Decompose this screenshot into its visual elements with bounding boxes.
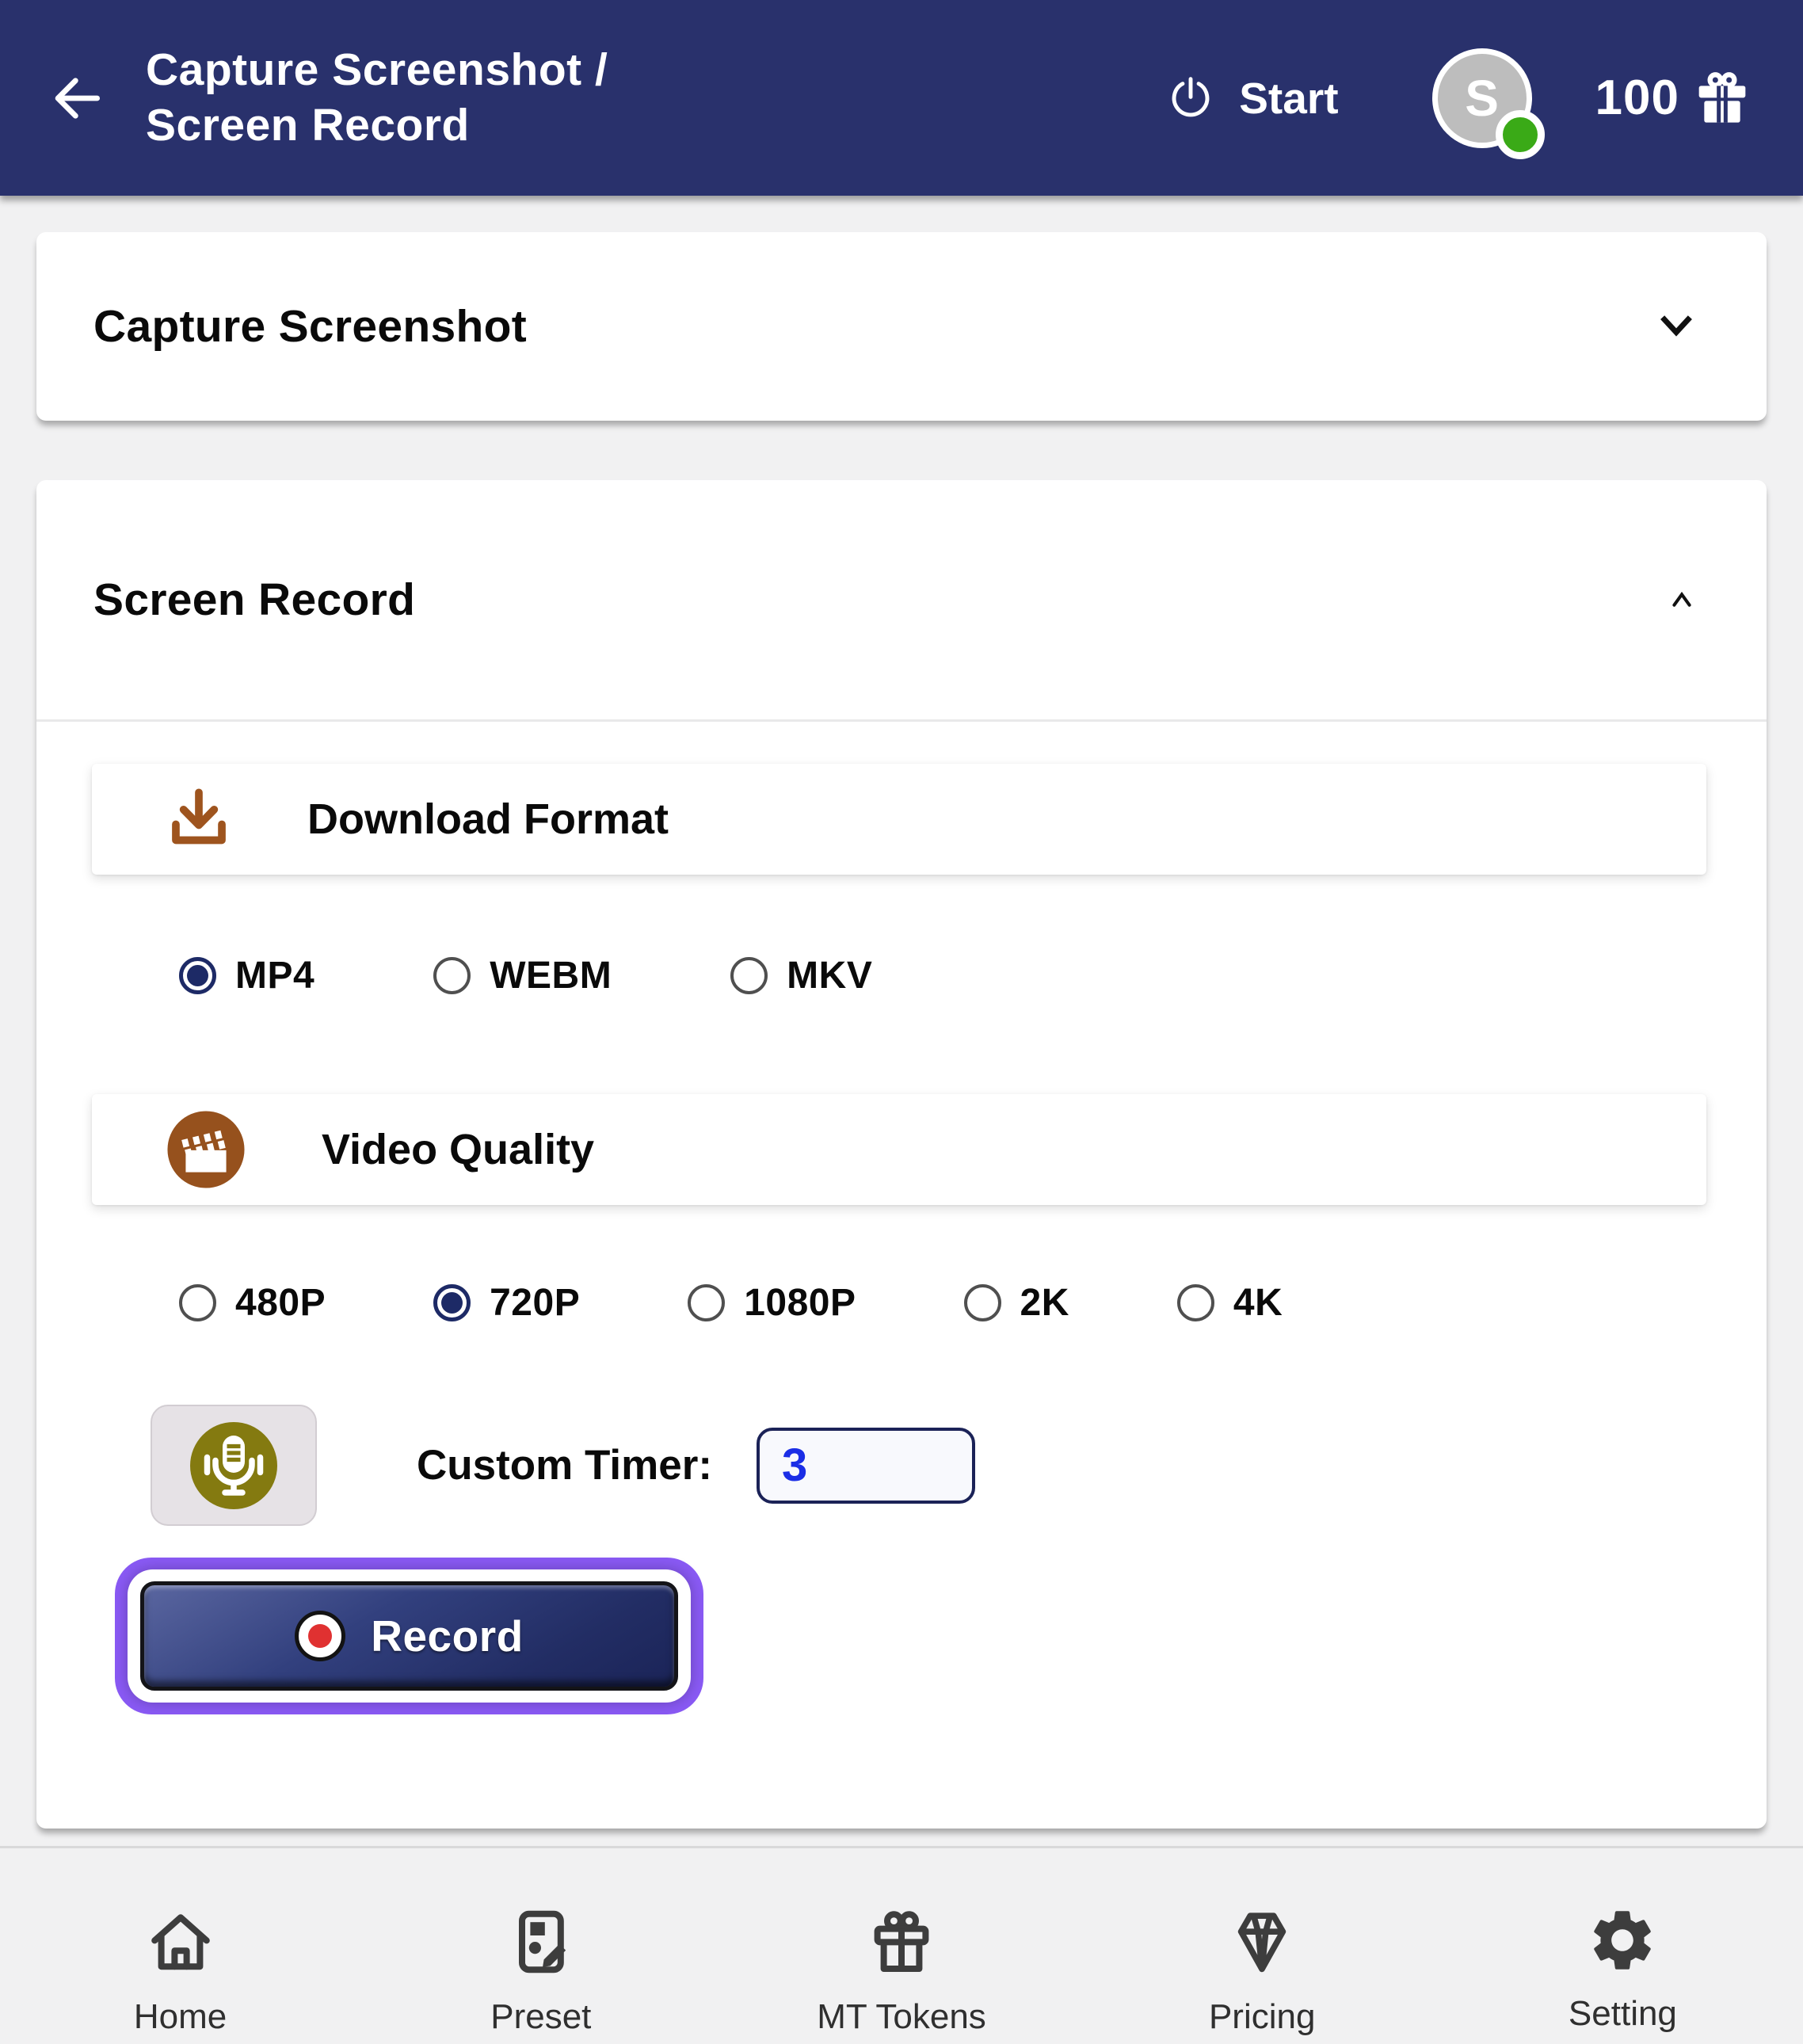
nav-label: MT Tokens	[817, 1997, 986, 2037]
radio-label: 720P	[490, 1281, 580, 1325]
record-button[interactable]: Record	[140, 1581, 678, 1691]
radio-label: 4K	[1233, 1281, 1283, 1325]
nav-label: Preset	[490, 1997, 591, 2037]
avatar[interactable]: S	[1432, 48, 1532, 148]
radio-label: MP4	[235, 954, 314, 997]
download-format-title: Download Format	[307, 795, 669, 844]
radio-circle	[688, 1284, 725, 1321]
radio-label: 2K	[1020, 1281, 1069, 1325]
radio-label: 480P	[235, 1281, 326, 1325]
screen-record-header[interactable]: Screen Record	[36, 480, 1767, 722]
radio-label: MKV	[787, 954, 872, 997]
token-count: 100	[1595, 70, 1679, 126]
radio-option-4k[interactable]: 4K	[1177, 1281, 1283, 1325]
preset-icon	[503, 1904, 579, 1980]
video-quality-icon	[165, 1108, 247, 1191]
video-quality-title: Video Quality	[322, 1125, 594, 1174]
record-button-highlight: Record	[115, 1558, 703, 1714]
download-icon	[165, 785, 233, 853]
custom-timer-label: Custom Timer:	[417, 1441, 712, 1489]
nav-label: Setting	[1569, 1994, 1677, 2034]
screen-recorder-app: Capture Screenshot / Screen Record Start…	[0, 0, 1803, 2044]
gift-icon	[1691, 67, 1754, 130]
nav-label: Home	[134, 1997, 227, 2037]
capture-section-title: Capture Screenshot	[93, 300, 527, 353]
video-quality-bar: Video Quality	[92, 1094, 1706, 1205]
radio-circle	[179, 1284, 216, 1321]
radio-circle	[1177, 1284, 1214, 1321]
mic-toggle-button[interactable]	[151, 1405, 317, 1526]
nav-item-pricing[interactable]: Pricing	[1082, 1904, 1443, 2044]
video-quality-options: 480P 720P 1080P 2K 4K	[179, 1281, 1767, 1325]
nav-label: Pricing	[1209, 1997, 1316, 2037]
chevron-up-icon[interactable]	[1664, 582, 1700, 618]
gift-icon	[863, 1904, 940, 1980]
record-button-label: Record	[371, 1611, 524, 1661]
home-icon	[143, 1904, 219, 1980]
radio-label: 1080P	[744, 1281, 856, 1325]
gear-icon	[1586, 1904, 1659, 1977]
mic-timer-row: Custom Timer:	[151, 1405, 1767, 1526]
nav-item-home[interactable]: Home	[0, 1904, 360, 2044]
radio-circle	[179, 957, 216, 994]
nav-item-preset[interactable]: Preset	[360, 1904, 721, 2044]
radio-circle	[433, 1284, 471, 1321]
radio-option-mp4[interactable]: MP4	[179, 954, 314, 997]
radio-label: WEBM	[490, 954, 612, 997]
radio-circle	[730, 957, 768, 994]
nav-item-setting[interactable]: Setting	[1443, 1904, 1803, 2044]
radio-option-mkv[interactable]: MKV	[730, 954, 872, 997]
custom-timer-input[interactable]	[757, 1428, 975, 1504]
radio-option-webm[interactable]: WEBM	[433, 954, 612, 997]
app-header: Capture Screenshot / Screen Record Start…	[0, 0, 1803, 196]
radio-circle	[433, 957, 471, 994]
download-format-bar: Download Format	[92, 764, 1706, 875]
microphone-icon	[186, 1418, 281, 1513]
power-icon	[1166, 74, 1215, 123]
record-section-title: Screen Record	[93, 574, 415, 626]
radio-circle	[964, 1284, 1001, 1321]
radio-option-2k[interactable]: 2K	[964, 1281, 1069, 1325]
nav-item-mt-tokens[interactable]: MT Tokens	[721, 1904, 1081, 2044]
start-button[interactable]: Start	[1166, 73, 1338, 124]
back-arrow-icon	[44, 66, 109, 131]
radio-option-480p[interactable]: 480P	[179, 1281, 326, 1325]
online-status-dot	[1496, 110, 1545, 159]
diamond-icon	[1224, 1904, 1300, 1980]
section-capture-screenshot[interactable]: Capture Screenshot	[36, 232, 1767, 421]
chevron-down-icon[interactable]	[1652, 303, 1700, 350]
bottom-navigation: Home Preset MT Tokens	[0, 1846, 1803, 2044]
header-actions: Start S 100	[1166, 48, 1754, 148]
section-screen-record: Screen Record Download Format MP4 WEBM	[36, 480, 1767, 1829]
page-title: Capture Screenshot / Screen Record	[146, 43, 608, 153]
record-dot-icon	[295, 1611, 345, 1661]
radio-option-720p[interactable]: 720P	[433, 1281, 580, 1325]
radio-option-1080p[interactable]: 1080P	[688, 1281, 856, 1325]
start-button-label: Start	[1239, 73, 1338, 124]
download-format-options: MP4 WEBM MKV	[179, 954, 1767, 997]
record-button-glow: Record	[128, 1569, 691, 1703]
back-button[interactable]	[41, 63, 112, 134]
token-counter[interactable]: 100	[1595, 67, 1754, 130]
